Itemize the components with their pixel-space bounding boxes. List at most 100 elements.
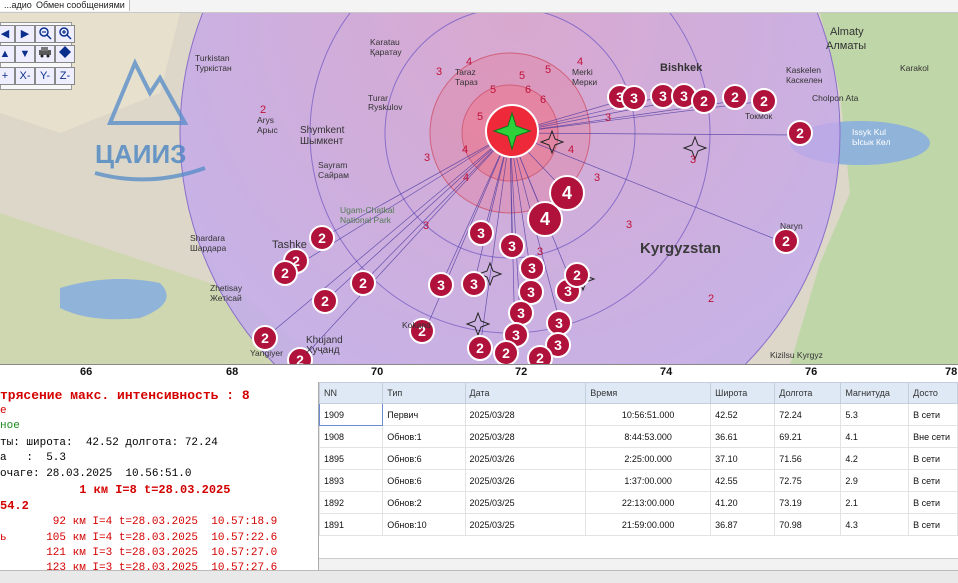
svg-text:4: 4 (568, 144, 574, 156)
svg-text:Ысык Көл: Ысык Көл (852, 137, 891, 147)
svg-text:Cholpon Ata: Cholpon Ata (812, 93, 859, 103)
seismic-map[interactable]: 3333222222222223333333333234422222 455 6… (0, 13, 958, 365)
table-row[interactable]: 1895 Обнов:6 2025/03/26 2:25:00.000 37.10 71.… (319, 447, 958, 470)
table-cell: 2025/03/28 (464, 425, 587, 448)
svg-text:3: 3 (436, 66, 442, 78)
table-cell: 1895 (319, 447, 384, 470)
svg-text:Zhetisay: Zhetisay (210, 283, 243, 293)
table-row[interactable]: 1893 Обнов:6 2025/03/26 1:37:00.000 42.55 72.… (319, 469, 958, 492)
table-cell: 36.61 (710, 425, 776, 448)
station-intensity-label: 2 (536, 350, 544, 365)
map-toolbar: ◀ ▶ ▲ ▼ + X- Y- Z- (0, 22, 75, 90)
station-intensity-label: 3 (630, 90, 638, 106)
svg-text:3: 3 (594, 172, 600, 184)
station-intensity-label: 2 (261, 330, 269, 346)
col-longitude[interactable]: Долгота (774, 382, 842, 404)
col-reliability[interactable]: Досто (908, 382, 958, 404)
station-intensity-label: 2 (731, 89, 739, 105)
svg-text:Arys: Arys (257, 115, 274, 125)
svg-text:Bishkek: Bishkek (660, 62, 703, 74)
add-button[interactable]: + (0, 67, 15, 85)
svg-text:5: 5 (519, 70, 525, 82)
table-cell: 8:44:53.000 (585, 425, 712, 448)
events-table: NN Тип Дата Время Широта Долгота Магниту… (319, 382, 958, 536)
tab-messages[interactable]: Обмен сообщениями (32, 0, 130, 11)
lon-tick: 70 (371, 366, 384, 378)
table-cell: В сети (908, 447, 958, 470)
table-cell: 4.3 (840, 513, 910, 536)
col-magnitude[interactable]: Магнитуда (840, 382, 910, 404)
svg-text:Мерки: Мерки (572, 77, 597, 87)
table-cell: Обнов:10 (382, 513, 466, 536)
lon-tick: 78 (945, 366, 958, 378)
svg-text:3: 3 (626, 219, 632, 231)
table-row[interactable]: 1909 Первич 2025/03/28 10:56:51.000 42.52 72.… (319, 403, 958, 426)
table-cell: 69.21 (774, 425, 842, 448)
svg-text:Сайрам: Сайрам (318, 170, 349, 180)
table-cell: В сети (908, 491, 958, 514)
svg-text:Туркістан: Туркістан (195, 63, 232, 73)
vehicle-button[interactable] (35, 45, 55, 63)
svg-text:Kokand: Kokand (402, 320, 431, 330)
zoom-out-button[interactable] (35, 25, 55, 43)
table-cell: 73.19 (774, 491, 842, 514)
svg-text:3: 3 (690, 154, 696, 166)
table-row[interactable]: 1908 Обнов:1 2025/03/28 8:44:53.000 36.61 69.… (319, 425, 958, 448)
svg-text:Naryn: Naryn (780, 221, 803, 231)
svg-text:5: 5 (490, 84, 496, 96)
svg-text:Каскелен: Каскелен (786, 75, 823, 85)
col-nn[interactable]: NN (319, 382, 384, 404)
status-bar (0, 570, 958, 583)
station-intensity-label: 3 (554, 337, 562, 353)
station-intensity-label: 3 (555, 315, 563, 331)
lon-tick: 74 (660, 366, 673, 378)
svg-text:Қаратау: Қаратау (370, 47, 402, 57)
y-minus-button[interactable]: Y- (35, 67, 55, 85)
table-row[interactable]: 1892 Обнов:2 2025/03/25 22:13:00.000 41.20 73… (319, 491, 958, 514)
svg-text:Хуҷанд: Хуҷанд (306, 345, 340, 356)
pan-down-button[interactable]: ▼ (15, 45, 35, 63)
pan-right-button[interactable]: ▶ (15, 25, 35, 43)
svg-text:Kizilsu Kyrgyz: Kizilsu Kyrgyz (770, 350, 823, 360)
layer-button[interactable] (55, 45, 75, 63)
table-cell: 1892 (319, 491, 384, 514)
table-cell: 1:37:00.000 (585, 469, 712, 492)
col-latitude[interactable]: Широта (710, 382, 776, 404)
svg-text:Kyrgyzstan: Kyrgyzstan (640, 240, 721, 257)
col-time[interactable]: Время (585, 382, 712, 404)
station-intensity-label: 3 (680, 88, 688, 104)
station-intensity-label: 2 (476, 340, 484, 356)
x-minus-button[interactable]: X- (15, 67, 35, 85)
info-line: 121 км I=3 t=28.03.2025 10.57:27.0 (0, 547, 278, 559)
table-cell: 2025/03/26 (464, 469, 587, 492)
table-cell: 2.9 (840, 469, 910, 492)
pan-up-button[interactable]: ▲ (0, 45, 15, 63)
station-intensity-label: 2 (796, 125, 804, 141)
svg-text:Арыс: Арыс (257, 125, 279, 135)
svg-text:Kaskelen: Kaskelen (786, 65, 821, 75)
table-cell: 2025/03/25 (464, 513, 587, 536)
svg-text:2: 2 (708, 293, 714, 305)
svg-text:Almaty: Almaty (830, 26, 864, 38)
table-row[interactable]: 1891 Обнов:10 2025/03/25 21:59:00.000 36.87 7… (319, 513, 958, 536)
svg-text:3: 3 (605, 112, 611, 124)
zoom-in-button[interactable] (55, 25, 75, 43)
col-type[interactable]: Тип (382, 382, 466, 404)
lon-tick: 76 (805, 366, 818, 378)
info-line: а : 5.3 (0, 452, 67, 464)
svg-text:Токмок: Токмок (745, 111, 773, 121)
horizontal-scrollbar[interactable] (319, 558, 958, 570)
station-intensity-label: 2 (573, 267, 581, 283)
info-line: 1 км I=8 t=28.03.2025 (0, 483, 231, 497)
svg-text:Issyk Kul: Issyk Kul (852, 127, 886, 137)
z-minus-button[interactable]: Z- (55, 67, 75, 85)
col-date[interactable]: Дата (464, 382, 587, 404)
table-cell: 1893 (319, 469, 384, 492)
svg-text:Sayram: Sayram (318, 160, 347, 170)
svg-text:Ugam-Chatkal: Ugam-Chatkal (340, 205, 394, 215)
pan-left-button[interactable]: ◀ (0, 25, 15, 43)
svg-text:Taraz: Taraz (455, 67, 476, 77)
table-cell: 36.87 (710, 513, 776, 536)
station-intensity-label: 2 (502, 345, 510, 361)
station-intensity-label: 2 (321, 293, 329, 309)
